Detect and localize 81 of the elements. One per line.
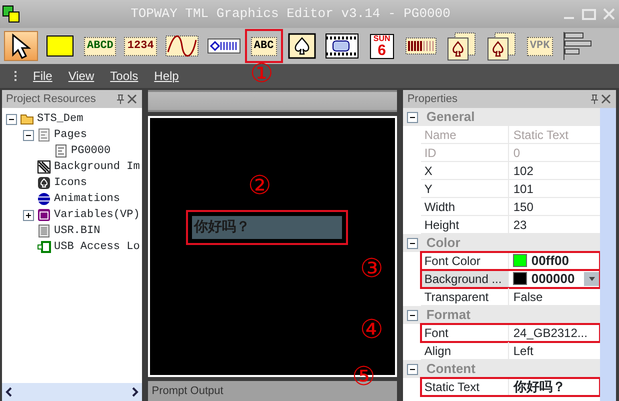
property-value[interactable]: 你好吗？	[513, 376, 566, 396]
tree-item[interactable]: Background Im	[54, 158, 140, 176]
category-title: Color	[426, 234, 460, 252]
tree-item[interactable]: Variables(VP)	[54, 206, 140, 224]
dropdown-icon[interactable]	[584, 272, 600, 286]
collapse-icon[interactable]	[407, 238, 418, 248]
category-title: Format	[426, 306, 470, 324]
close-icon[interactable]	[126, 93, 138, 105]
property-name: Name	[421, 126, 510, 143]
property-value[interactable]: False	[513, 288, 543, 306]
property-value[interactable]: 23	[513, 216, 527, 234]
pages-icon	[37, 128, 51, 142]
tree-item[interactable]: USR.BIN	[54, 222, 100, 240]
tree-item[interactable]: STS_Dem	[37, 110, 84, 128]
wave-icon	[164, 34, 199, 58]
category-title: General	[426, 108, 475, 126]
cards-icon	[484, 31, 517, 61]
window-title: TOPWAY TML Graphics Editor v3.14 - PG0000	[130, 5, 452, 24]
property-name: Transparent	[421, 288, 510, 305]
panel-title: Prompt Output	[152, 384, 224, 399]
property-name: Static Text	[421, 378, 510, 395]
property-name: Width	[421, 198, 510, 215]
page-icon	[54, 144, 68, 158]
variable-icon	[37, 208, 51, 222]
tree-item[interactable]: Icons	[54, 174, 88, 192]
annotation-number: ④	[360, 317, 383, 343]
property-name: Align	[421, 342, 510, 359]
collapse-icon[interactable]	[407, 310, 418, 320]
menu-item[interactable]: File	[33, 67, 52, 85]
panel-title: Properties	[407, 92, 458, 107]
toolbar-button[interactable]	[322, 31, 361, 61]
usb-icon	[37, 240, 51, 254]
toolbar-button[interactable]: ABC	[246, 31, 281, 61]
expand-icon[interactable]	[23, 210, 34, 220]
film-icon	[37, 192, 51, 206]
file-icon	[37, 224, 51, 238]
scroll-right-icon[interactable]	[130, 386, 140, 398]
annotation-number: ①	[250, 61, 273, 87]
property-name: Y	[421, 180, 510, 197]
menu-item[interactable]: Tools	[110, 67, 138, 85]
tree-item[interactable]: Pages	[54, 126, 88, 144]
collapse-icon[interactable]	[407, 112, 418, 122]
category-title: Content	[426, 360, 476, 378]
property-value[interactable]: 000000	[531, 268, 575, 288]
horizontal-scrollbar[interactable]	[2, 383, 142, 401]
property-name: ID	[421, 144, 510, 161]
property-value[interactable]: 150	[513, 198, 534, 216]
tree-item[interactable]: USB Access Lo	[54, 238, 140, 256]
app-icon	[0, 3, 22, 25]
property-value[interactable]: 00ff00	[531, 250, 569, 270]
collapse-icon[interactable]	[23, 130, 34, 140]
film-icon	[324, 32, 359, 60]
property-name: Height	[421, 216, 510, 233]
bar-graph-icon	[404, 36, 437, 56]
collapse-icon[interactable]	[6, 114, 17, 124]
cards-icon	[444, 31, 477, 61]
toolbar-button[interactable]	[4, 31, 38, 61]
property-name: Font Color	[421, 252, 510, 269]
tree-item[interactable]: Animations	[54, 190, 120, 208]
image-icon	[37, 160, 51, 174]
property-value[interactable]: 102	[513, 162, 534, 180]
folder-icon	[20, 112, 34, 126]
annotation-number: ②	[248, 173, 271, 199]
spade-icon	[37, 176, 51, 190]
collapse-icon[interactable]	[407, 364, 418, 374]
annotation-number: ③	[360, 256, 383, 282]
property-name: X	[421, 162, 510, 179]
property-name: Background ...	[421, 270, 510, 287]
vertical-scrollbar[interactable]	[600, 108, 616, 401]
property-value[interactable]: 101	[513, 180, 534, 198]
property-value[interactable]: Left	[513, 342, 534, 360]
menu-item[interactable]: Help	[154, 67, 179, 85]
close-icon[interactable]	[600, 93, 612, 105]
property-name: Font	[421, 324, 510, 341]
grip-icon	[14, 70, 17, 82]
menu-item[interactable]: View	[68, 67, 94, 85]
tree-item[interactable]: PG0000	[71, 142, 111, 160]
spade-icon	[286, 32, 317, 60]
panel-title: Project Resources	[6, 92, 97, 107]
scroll-left-icon[interactable]	[4, 386, 14, 398]
property-value[interactable]: 24_GB2312...	[513, 324, 588, 342]
